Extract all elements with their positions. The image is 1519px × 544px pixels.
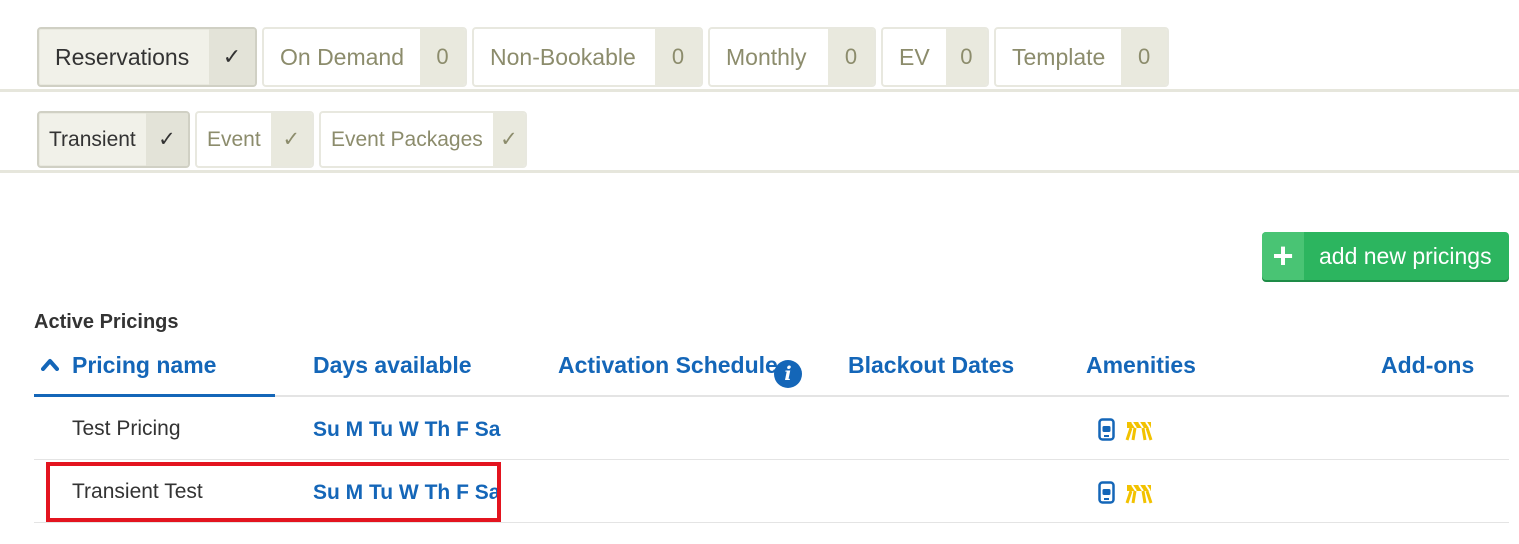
tab-label: Monthly	[726, 43, 807, 70]
check-icon: ✓	[209, 29, 255, 85]
column-header-pricing-name[interactable]: Pricing name	[72, 352, 216, 379]
column-header-addons[interactable]: Add-ons	[1381, 352, 1474, 379]
tab-transient[interactable]: Transient ✓	[37, 111, 190, 168]
tab-count: 0	[1121, 29, 1167, 85]
tab-monthly[interactable]: Monthly 0	[708, 27, 876, 87]
tab-event-packages[interactable]: Event Packages ✓	[319, 111, 527, 168]
tab-label: Event Packages	[331, 127, 483, 151]
column-header-blackout-dates[interactable]: Blackout Dates	[848, 352, 1014, 379]
column-header-days-available[interactable]: Days available	[313, 352, 472, 379]
info-icon[interactable]: i	[774, 360, 802, 388]
plus-icon: +	[1262, 232, 1304, 280]
tab-count: 0	[945, 29, 987, 85]
barrier-icon	[1125, 420, 1153, 440]
add-button-label: add new pricings	[1319, 242, 1492, 269]
check-icon: ✓	[145, 113, 188, 166]
days-available-cell: Su M Tu W Th F Sa	[313, 418, 501, 441]
tab-on-demand[interactable]: On Demand 0	[262, 27, 467, 87]
tab-reservations[interactable]: Reservations ✓	[37, 27, 257, 87]
divider	[0, 170, 1519, 173]
row-divider	[34, 459, 1509, 460]
secondary-tab-bar: Transient ✓ Event ✓ Event Packages ✓	[37, 111, 527, 168]
barrier-icon	[1125, 483, 1153, 503]
pricing-name-cell[interactable]: Test Pricing	[72, 417, 181, 441]
divider	[0, 89, 1519, 92]
tab-label: Non-Bookable	[490, 43, 636, 70]
check-icon: ✓	[270, 113, 312, 166]
sort-ascending-icon[interactable]	[41, 357, 59, 371]
column-header-activation-schedule[interactable]: Activation Schedule	[558, 352, 778, 379]
active-sort-underline	[34, 394, 275, 397]
primary-tab-bar: Reservations ✓ On Demand 0 Non-Bookable …	[37, 27, 1169, 87]
tab-event[interactable]: Event ✓	[195, 111, 314, 168]
tab-label: Transient	[49, 127, 136, 151]
highlight-annotation	[46, 462, 501, 522]
tab-label: On Demand	[280, 43, 405, 70]
column-header-amenities[interactable]: Amenities	[1086, 352, 1196, 379]
mobile-icon	[1098, 418, 1115, 441]
tab-label: Template	[1012, 43, 1106, 70]
tab-ev[interactable]: EV 0	[881, 27, 989, 87]
amenities-cell	[1098, 418, 1153, 441]
row-divider	[34, 522, 1509, 523]
amenities-cell	[1098, 481, 1153, 504]
section-title: Active Pricings	[34, 311, 179, 333]
tab-label: Reservations	[55, 43, 190, 70]
tab-count: 0	[420, 29, 465, 85]
tab-label: EV	[899, 43, 930, 70]
tab-template[interactable]: Template 0	[994, 27, 1169, 87]
mobile-icon	[1098, 481, 1115, 504]
check-icon: ✓	[492, 113, 525, 166]
tab-label: Event	[207, 127, 261, 151]
tab-non-bookable[interactable]: Non-Bookable 0	[472, 27, 703, 87]
tab-count: 0	[655, 29, 701, 85]
tab-count: 0	[828, 29, 874, 85]
add-new-pricings-button[interactable]: + add new pricings	[1262, 232, 1509, 280]
